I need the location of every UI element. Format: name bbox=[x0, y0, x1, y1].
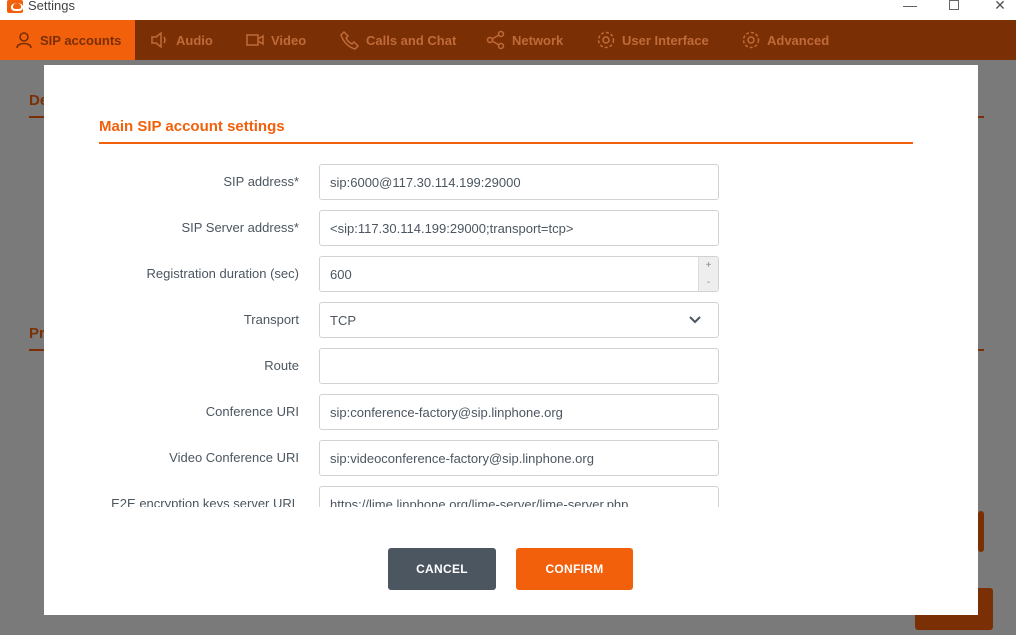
field-label: Video Conference URI bbox=[169, 450, 299, 465]
maximize-button[interactable] bbox=[934, 0, 974, 16]
user-icon bbox=[14, 30, 34, 50]
field-label: Transport bbox=[243, 312, 299, 327]
tab-advanced[interactable]: Advanced bbox=[741, 20, 829, 60]
tab-label: User Interface bbox=[622, 32, 709, 48]
background-section-heading: Pr bbox=[29, 325, 45, 342]
sip-account-settings-dialog: Main SIP account settings SIP address* s… bbox=[44, 65, 978, 615]
decrement-button[interactable]: - bbox=[699, 274, 718, 291]
e2e-encryption-keys-server-url-row: E2E encryption keys server URL https://l… bbox=[99, 486, 913, 507]
background-divider bbox=[978, 349, 984, 351]
maximize-icon bbox=[949, 0, 959, 10]
sip-address-row: SIP address* sip:6000@117.30.114.199:290… bbox=[99, 164, 913, 200]
registration-duration-row: Registration duration (sec) 600 + - bbox=[99, 256, 913, 292]
tab-sip-accounts[interactable]: SIP accounts bbox=[0, 20, 135, 60]
cancel-button[interactable]: CANCEL bbox=[388, 548, 496, 590]
transport-row: Transport TCP bbox=[99, 302, 913, 338]
field-label: SIP Server address* bbox=[181, 220, 299, 235]
tab-label: Video bbox=[271, 32, 307, 48]
transport-select[interactable]: TCP bbox=[319, 302, 719, 338]
e2e-encryption-keys-server-url-input[interactable]: https://lime.linphone.org/lime-server/li… bbox=[319, 486, 719, 507]
gear-icon bbox=[741, 30, 761, 50]
minimize-button[interactable]: — bbox=[890, 0, 930, 16]
tab-calls-and-chat[interactable]: Calls and Chat bbox=[340, 20, 456, 60]
title-divider bbox=[99, 142, 913, 144]
field-label: E2E encryption keys server URL bbox=[111, 496, 299, 507]
dialog-title: Main SIP account settings bbox=[99, 118, 285, 135]
tab-audio[interactable]: Audio bbox=[150, 20, 213, 60]
tab-label: Calls and Chat bbox=[366, 32, 457, 48]
share-network-icon bbox=[486, 30, 506, 50]
settings-tab-bar: SIP accounts Audio Video Calls and Chat … bbox=[0, 20, 1016, 60]
tab-video[interactable]: Video bbox=[245, 20, 306, 60]
sip-server-address-row: SIP Server address* <sip:117.30.114.199:… bbox=[99, 210, 913, 246]
tab-label: Advanced bbox=[767, 32, 830, 48]
tab-label: Network bbox=[512, 32, 564, 48]
video-conference-uri-row: Video Conference URI sip:videoconference… bbox=[99, 440, 913, 476]
sip-server-address-input[interactable]: <sip:117.30.114.199:29000;transport=tcp> bbox=[319, 210, 719, 246]
speaker-icon bbox=[150, 30, 170, 50]
registration-duration-value: 600 bbox=[330, 267, 352, 282]
transport-selected-value: TCP bbox=[330, 313, 356, 328]
title-bar: Settings — ✕ bbox=[0, 0, 1016, 20]
field-label: Registration duration (sec) bbox=[146, 266, 299, 281]
route-input[interactable] bbox=[319, 348, 719, 384]
field-label: SIP address* bbox=[223, 174, 299, 189]
video-camera-icon bbox=[245, 30, 265, 50]
window-title: Settings bbox=[28, 0, 75, 13]
increment-button[interactable]: + bbox=[699, 257, 718, 274]
video-conference-uri-input[interactable]: sip:videoconference-factory@sip.linphone… bbox=[319, 440, 719, 476]
tab-user-interface[interactable]: User Interface bbox=[596, 20, 709, 60]
conference-uri-input[interactable]: sip:conference-factory@sip.linphone.org bbox=[319, 394, 719, 430]
field-label: Route bbox=[264, 358, 299, 373]
settings-form[interactable]: SIP address* sip:6000@117.30.114.199:290… bbox=[99, 157, 913, 507]
route-row: Route bbox=[99, 348, 913, 384]
background-divider bbox=[29, 349, 44, 351]
chevron-down-icon bbox=[689, 316, 701, 324]
tab-label: Audio bbox=[176, 32, 213, 48]
sip-address-input[interactable]: sip:6000@117.30.114.199:29000 bbox=[319, 164, 719, 200]
background-button bbox=[978, 511, 984, 552]
background-divider bbox=[29, 116, 44, 118]
conference-uri-row: Conference URI sip:conference-factory@si… bbox=[99, 394, 913, 430]
background-divider bbox=[978, 116, 984, 118]
tab-network[interactable]: Network bbox=[486, 20, 563, 60]
linphone-logo-icon bbox=[7, 0, 23, 13]
gear-icon bbox=[596, 30, 616, 50]
tab-label: SIP accounts bbox=[40, 32, 122, 48]
phone-icon bbox=[340, 30, 360, 50]
field-label: Conference URI bbox=[205, 404, 299, 419]
stepper-controls: + - bbox=[698, 257, 718, 291]
confirm-button[interactable]: CONFIRM bbox=[516, 548, 633, 590]
close-button[interactable]: ✕ bbox=[980, 0, 1016, 16]
registration-duration-stepper[interactable]: 600 + - bbox=[319, 256, 719, 292]
